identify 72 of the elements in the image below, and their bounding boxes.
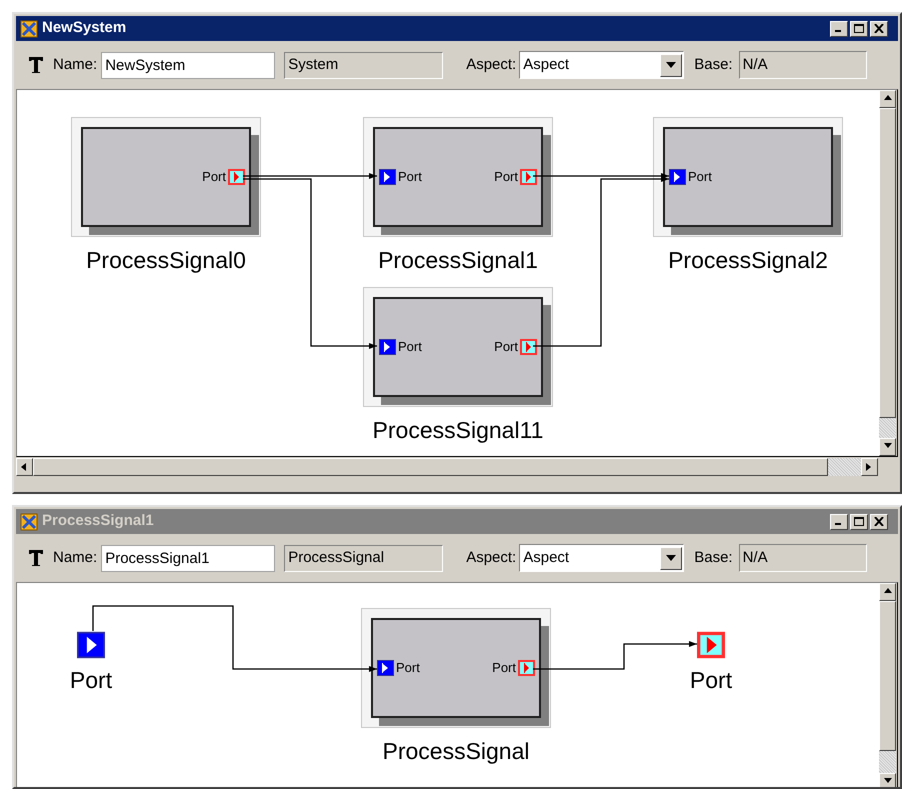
app-icon <box>19 512 39 532</box>
name-field[interactable]: ProcessSignal1 <box>101 544 276 572</box>
model-block[interactable]: Port <box>653 117 843 237</box>
text-tool-icon[interactable] <box>28 56 44 74</box>
type-field: System <box>284 52 444 78</box>
scroll-down-button[interactable] <box>879 438 896 456</box>
close-button[interactable] <box>870 514 888 530</box>
scroll-thumb[interactable] <box>879 601 896 751</box>
maximize-button[interactable] <box>850 20 868 36</box>
close-button[interactable] <box>870 20 888 36</box>
text-tool-icon[interactable] <box>28 549 44 567</box>
scroll-up-button[interactable] <box>879 90 896 108</box>
minimize-button[interactable] <box>830 20 848 36</box>
base-label: Base: <box>694 548 733 568</box>
window-title: NewSystem <box>42 18 128 38</box>
input-port-icon <box>379 339 396 355</box>
maximize-icon <box>854 24 864 33</box>
model-block[interactable]: Port Port <box>363 117 553 237</box>
name-label: Name: <box>53 548 98 568</box>
port-label: Port <box>202 168 226 186</box>
port-label: Port <box>494 338 518 356</box>
port-label: Port <box>398 338 422 356</box>
scroll-left-button[interactable] <box>16 458 33 476</box>
dropdown-caret-icon <box>660 546 682 570</box>
aspect-dropdown[interactable]: Aspect <box>519 544 684 572</box>
vertical-scrollbar[interactable] <box>879 90 896 456</box>
output-port-icon <box>518 660 535 676</box>
minimize-button[interactable] <box>830 514 848 530</box>
scroll-right-button[interactable] <box>861 458 878 476</box>
input-port-icon <box>377 660 394 676</box>
base-field: N/A <box>738 51 867 79</box>
port-label: Port <box>688 666 734 695</box>
model-block[interactable]: Port Port <box>363 287 553 407</box>
scroll-up-button[interactable] <box>879 583 896 601</box>
maximize-icon <box>854 517 864 526</box>
output-port-icon <box>228 169 245 185</box>
model-label: ProcessSignal <box>381 737 531 766</box>
name-label: Name: <box>53 54 98 75</box>
base-field: N/A <box>738 544 867 572</box>
window-title: ProcessSignal1 <box>42 511 155 532</box>
model-label: ProcessSignal2 <box>667 246 829 275</box>
aspect-label: Aspect: <box>466 548 516 568</box>
output-port-icon <box>520 339 537 355</box>
close-icon <box>874 517 884 526</box>
scroll-down-button[interactable] <box>879 773 896 787</box>
port-label: Port <box>398 168 422 186</box>
aspect-label: Aspect: <box>466 54 516 75</box>
model-label: ProcessSignal0 <box>85 246 247 275</box>
base-label: Base: <box>694 54 733 75</box>
model-label: ProcessSignal11 <box>372 416 544 445</box>
port-label: Port <box>396 659 420 678</box>
scroll-thumb[interactable] <box>879 108 896 418</box>
input-port-icon <box>379 169 396 185</box>
port-label: Port <box>492 659 516 678</box>
close-icon <box>874 24 884 33</box>
model-block[interactable]: Port Port <box>361 608 551 728</box>
port-label: Port <box>688 168 712 186</box>
name-field[interactable]: NewSystem <box>101 52 276 78</box>
app-icon <box>19 18 39 38</box>
model-label: ProcessSignal1 <box>377 246 539 275</box>
port-label: Port <box>68 666 114 695</box>
port-label: Port <box>494 168 518 186</box>
input-port-icon <box>669 169 686 185</box>
dropdown-caret-icon <box>660 54 682 76</box>
aspect-dropdown[interactable]: Aspect <box>519 51 684 79</box>
vertical-scrollbar[interactable] <box>879 583 896 787</box>
input-port-icon <box>77 631 105 659</box>
model-block[interactable]: Port <box>71 117 261 237</box>
output-port-icon <box>520 169 537 185</box>
output-port-icon <box>697 631 725 659</box>
type-field: ProcessSignal <box>284 544 444 572</box>
maximize-button[interactable] <box>850 514 868 530</box>
